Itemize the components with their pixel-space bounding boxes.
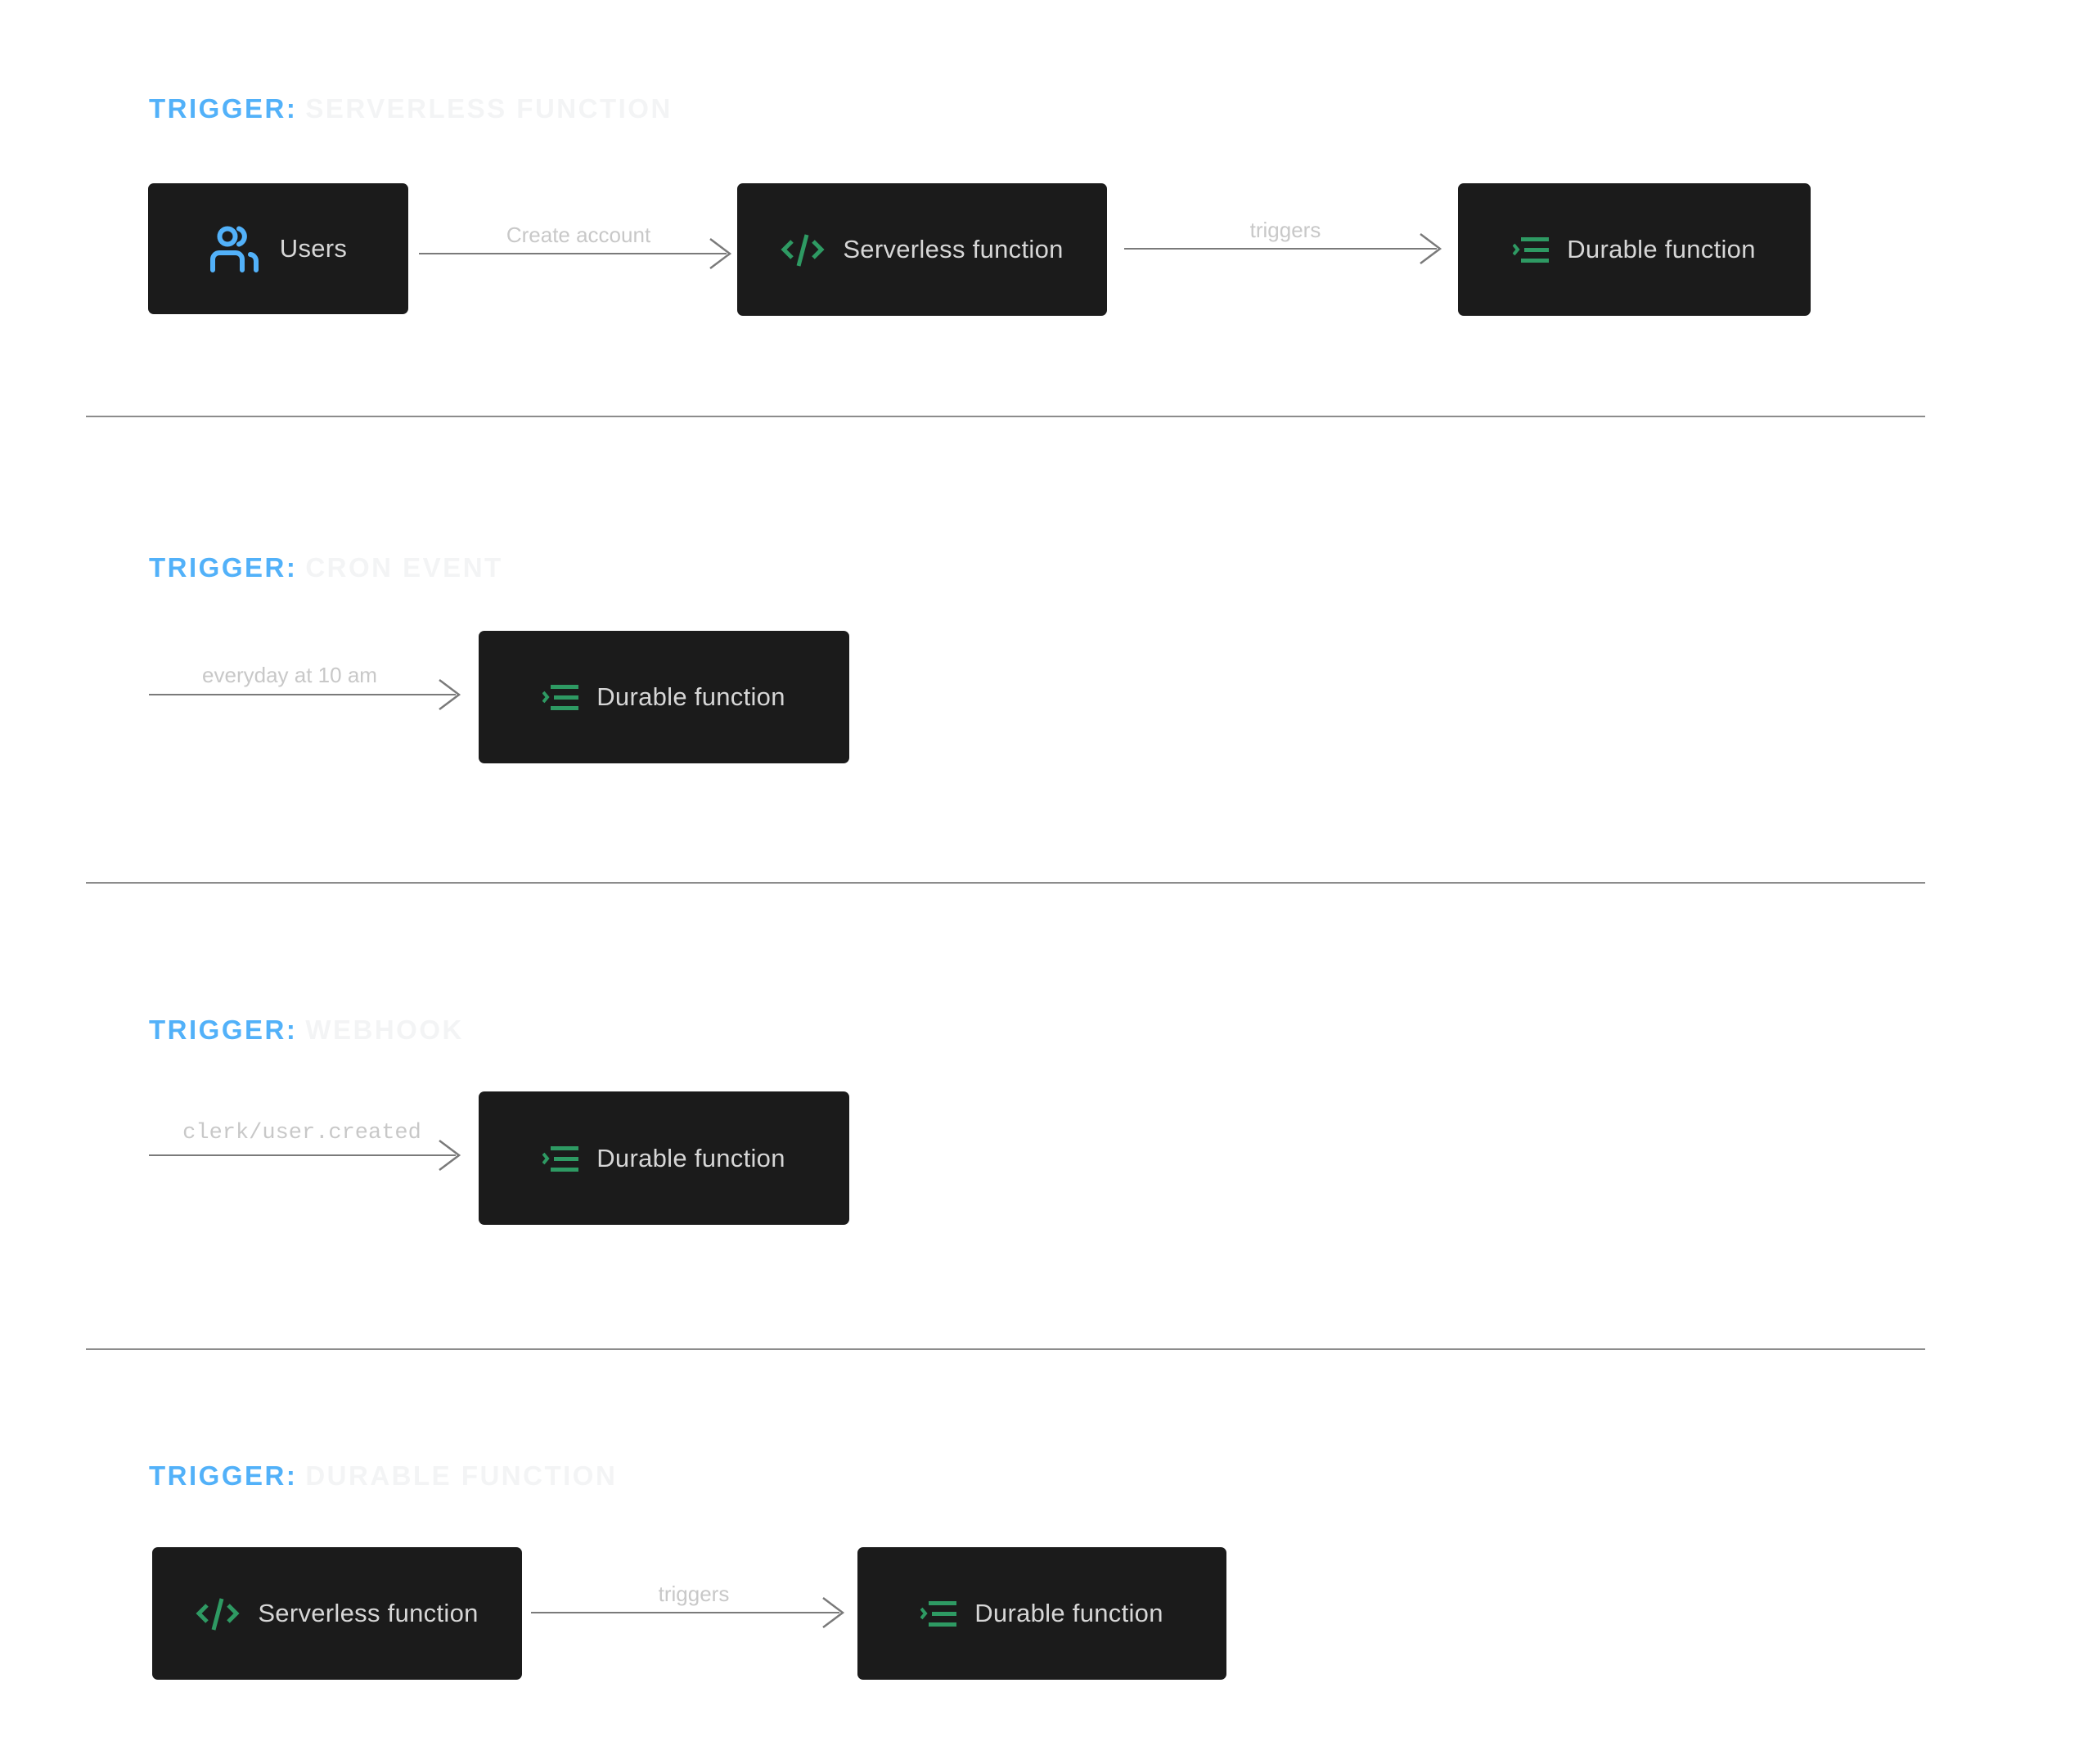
section-heading-serverless: TRIGGER: SERVERLESS FUNCTION bbox=[149, 95, 673, 122]
node-label: Users bbox=[279, 234, 348, 263]
node-durable-function[interactable]: Durable function bbox=[1458, 183, 1811, 316]
durable-function-icon bbox=[542, 1144, 580, 1173]
arrowhead-icon bbox=[439, 679, 461, 710]
heading-suffix: WEBHOOK bbox=[305, 1015, 464, 1045]
heading-suffix: SERVERLESS FUNCTION bbox=[305, 93, 673, 124]
node-serverless-function[interactable]: Serverless function bbox=[737, 183, 1107, 316]
node-label: Durable function bbox=[596, 1143, 785, 1172]
durable-function-icon bbox=[920, 1599, 958, 1628]
node-label: Durable function bbox=[1567, 235, 1756, 263]
section-divider bbox=[86, 416, 1925, 417]
users-icon bbox=[209, 225, 263, 272]
arrowhead-icon bbox=[439, 1140, 461, 1171]
section-divider bbox=[86, 1348, 1925, 1350]
durable-function-icon bbox=[1513, 235, 1550, 264]
heading-suffix: DURABLE FUNCTION bbox=[305, 1460, 618, 1491]
node-label: Durable function bbox=[974, 1599, 1163, 1627]
arrowhead-icon bbox=[709, 238, 731, 269]
arrowhead-icon bbox=[1420, 233, 1442, 264]
node-label: Durable function bbox=[596, 682, 785, 711]
arrowhead-icon bbox=[822, 1597, 844, 1628]
edge-label: triggers bbox=[658, 1582, 730, 1606]
edge-label: clerk/user.created bbox=[182, 1121, 421, 1145]
heading-prefix: TRIGGER: bbox=[149, 552, 298, 583]
code-icon bbox=[781, 232, 826, 268]
edge-label: triggers bbox=[1249, 218, 1321, 242]
section-heading-webhook: TRIGGER: WEBHOOK bbox=[149, 1016, 464, 1043]
section-divider bbox=[86, 882, 1925, 884]
node-durable-function[interactable]: Durable function bbox=[479, 1091, 849, 1225]
node-durable-function[interactable]: Durable function bbox=[479, 631, 849, 763]
node-label: Serverless function bbox=[843, 235, 1064, 263]
heading-prefix: TRIGGER: bbox=[149, 1460, 298, 1491]
section-heading-cron: TRIGGER: CRON EVENT bbox=[149, 554, 503, 581]
node-label: Serverless function bbox=[258, 1599, 479, 1627]
node-users[interactable]: Users bbox=[148, 183, 408, 314]
edge-label: everyday at 10 am bbox=[202, 663, 377, 687]
heading-suffix: CRON EVENT bbox=[305, 552, 503, 583]
edge-label: Create account bbox=[506, 223, 651, 247]
code-icon bbox=[196, 1595, 241, 1631]
node-durable-function[interactable]: Durable function bbox=[857, 1547, 1226, 1680]
durable-function-icon bbox=[542, 682, 580, 712]
heading-prefix: TRIGGER: bbox=[149, 1015, 298, 1045]
node-serverless-function[interactable]: Serverless function bbox=[152, 1547, 522, 1680]
section-heading-durable: TRIGGER: DURABLE FUNCTION bbox=[149, 1462, 617, 1489]
heading-prefix: TRIGGER: bbox=[149, 93, 298, 124]
